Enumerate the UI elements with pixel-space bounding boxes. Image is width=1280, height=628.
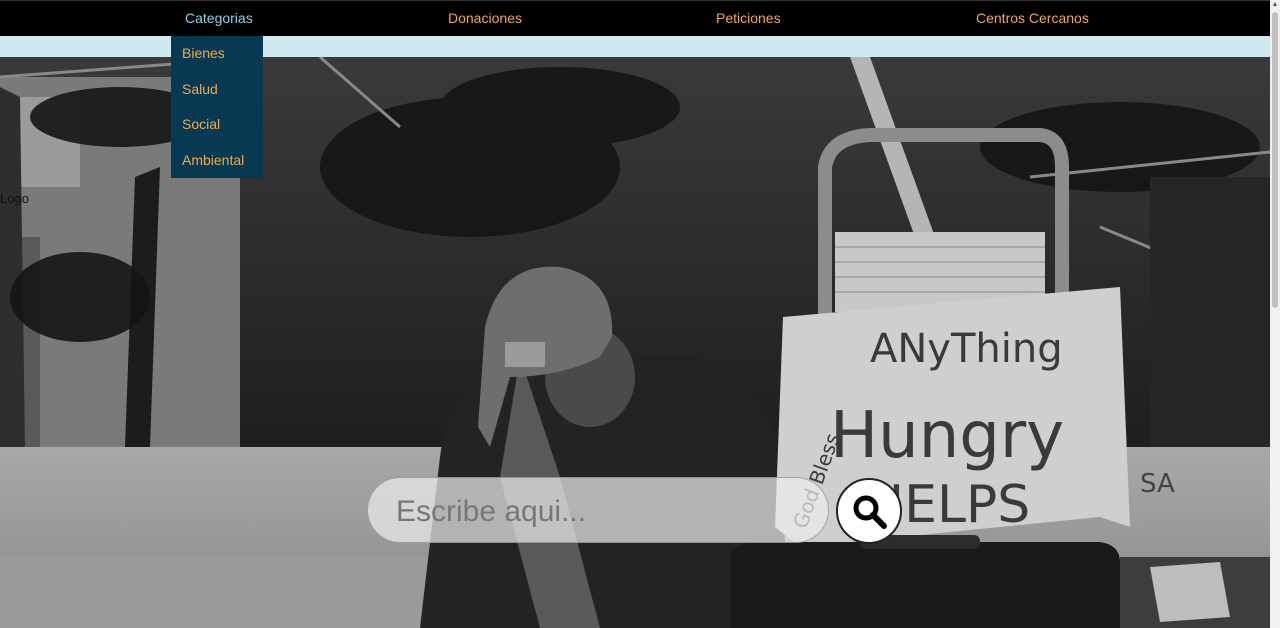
nav-peticiones[interactable]: Peticiones (716, 1, 781, 37)
dropdown-item-bienes[interactable]: Bienes (171, 36, 263, 72)
nav-donaciones[interactable]: Donaciones (448, 1, 522, 37)
dropdown-item-salud[interactable]: Salud (171, 72, 263, 108)
dropdown-item-social[interactable]: Social (171, 107, 263, 143)
sign-line-1: ANyThing (870, 326, 1063, 372)
top-navigation: Categorias Donaciones Peticiones Centros… (0, 0, 1270, 36)
page-scrollbar[interactable]: ▲ (1270, 0, 1280, 628)
scroll-thumb[interactable] (1272, 12, 1278, 308)
sign-line-2: Hungry (830, 399, 1064, 473)
scroll-up-icon[interactable]: ▲ (1270, 0, 1280, 10)
dropdown-item-ambiental[interactable]: Ambiental (171, 143, 263, 179)
search-input[interactable] (394, 492, 808, 532)
nav-centros-cercanos[interactable]: Centros Cercanos (976, 1, 1089, 37)
search-box (367, 477, 829, 543)
search-icon (853, 495, 887, 529)
categorias-dropdown: Bienes Salud Social Ambiental (171, 36, 263, 178)
logo: Logo (0, 191, 29, 206)
nav-categorias[interactable]: Categorias (185, 1, 253, 37)
search-button[interactable] (836, 478, 902, 544)
background-text: SA (1140, 469, 1175, 499)
